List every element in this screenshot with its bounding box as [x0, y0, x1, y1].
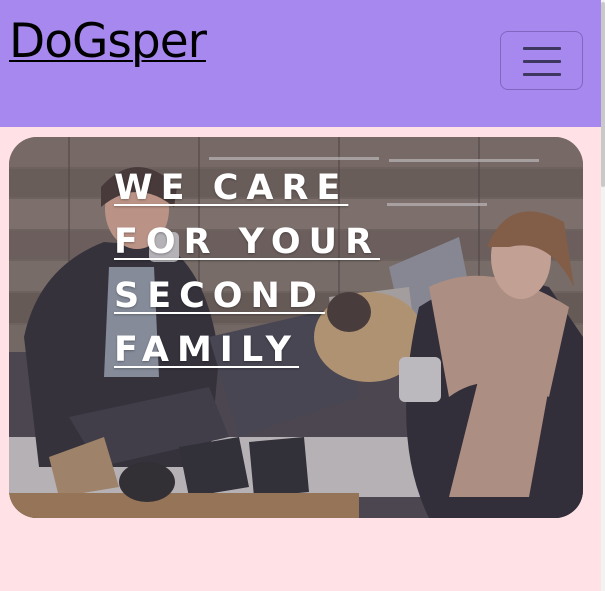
hero-headline[interactable]: WE CARE FOR YOUR SECOND FAMILY: [114, 161, 414, 377]
navbar-toggler-button[interactable]: [500, 31, 583, 90]
headline-line-1: WE CARE: [114, 168, 349, 208]
headline-line-4: FAMILY: [114, 330, 300, 370]
hero-banner: WE CARE FOR YOUR SECOND FAMILY: [9, 137, 583, 518]
navbar: DoGsper: [0, 0, 601, 127]
headline-line-2: FOR YOUR: [114, 222, 381, 262]
headline-line-3: SECOND: [114, 276, 325, 316]
scrollbar-thumb[interactable]: [601, 2, 605, 187]
page-scrollbar[interactable]: [601, 0, 605, 591]
brand-logo-link[interactable]: DoGsper: [9, 14, 207, 70]
